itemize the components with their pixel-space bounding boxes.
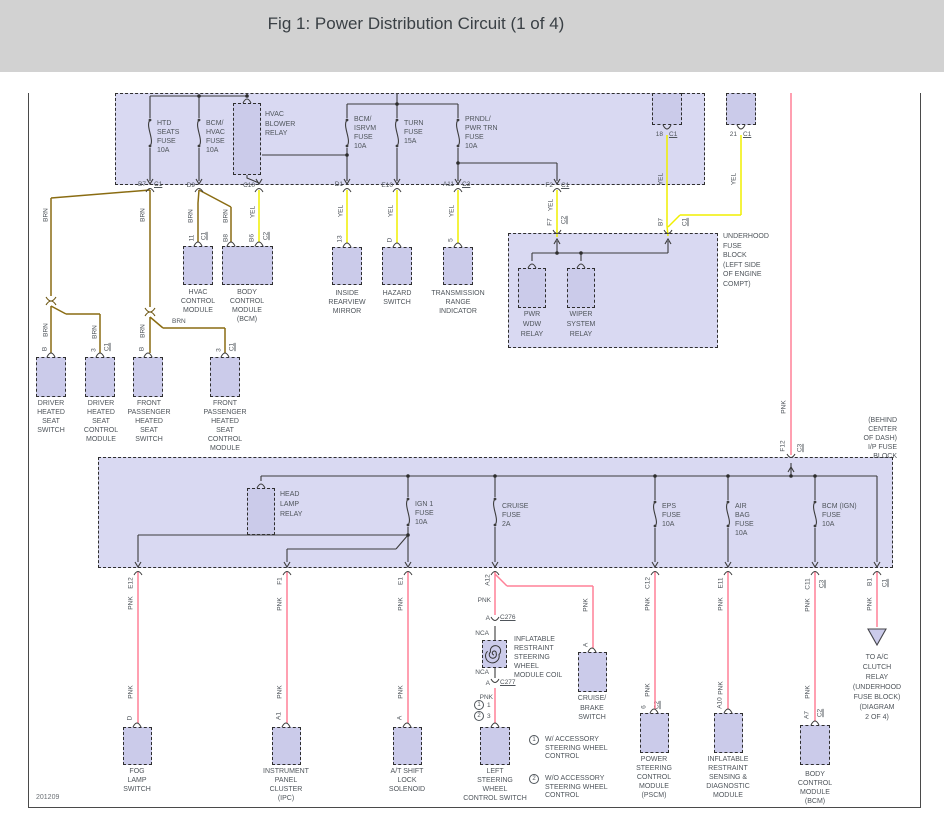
triangle-connector-b: [867, 628, 887, 647]
brown-wires: [50, 189, 232, 353]
frame-border: [28, 93, 921, 808]
pink-wires: [137, 93, 878, 723]
fuse-symbols: [148, 118, 817, 528]
wiring-svg: [28, 93, 921, 808]
yellow-wires: [258, 135, 742, 243]
node-dots: [197, 94, 817, 537]
diagram-code: 201209: [36, 794, 60, 801]
splice-symbols: [45, 296, 156, 317]
coil-spiral-icon: [485, 645, 502, 664]
wiring-diagram-page: Fig 1: Power Distribution Circuit (1 of …: [0, 0, 944, 827]
dark-wires: [137, 93, 878, 678]
connector-arcs: [46, 98, 882, 728]
arrowheads: [134, 178, 881, 569]
